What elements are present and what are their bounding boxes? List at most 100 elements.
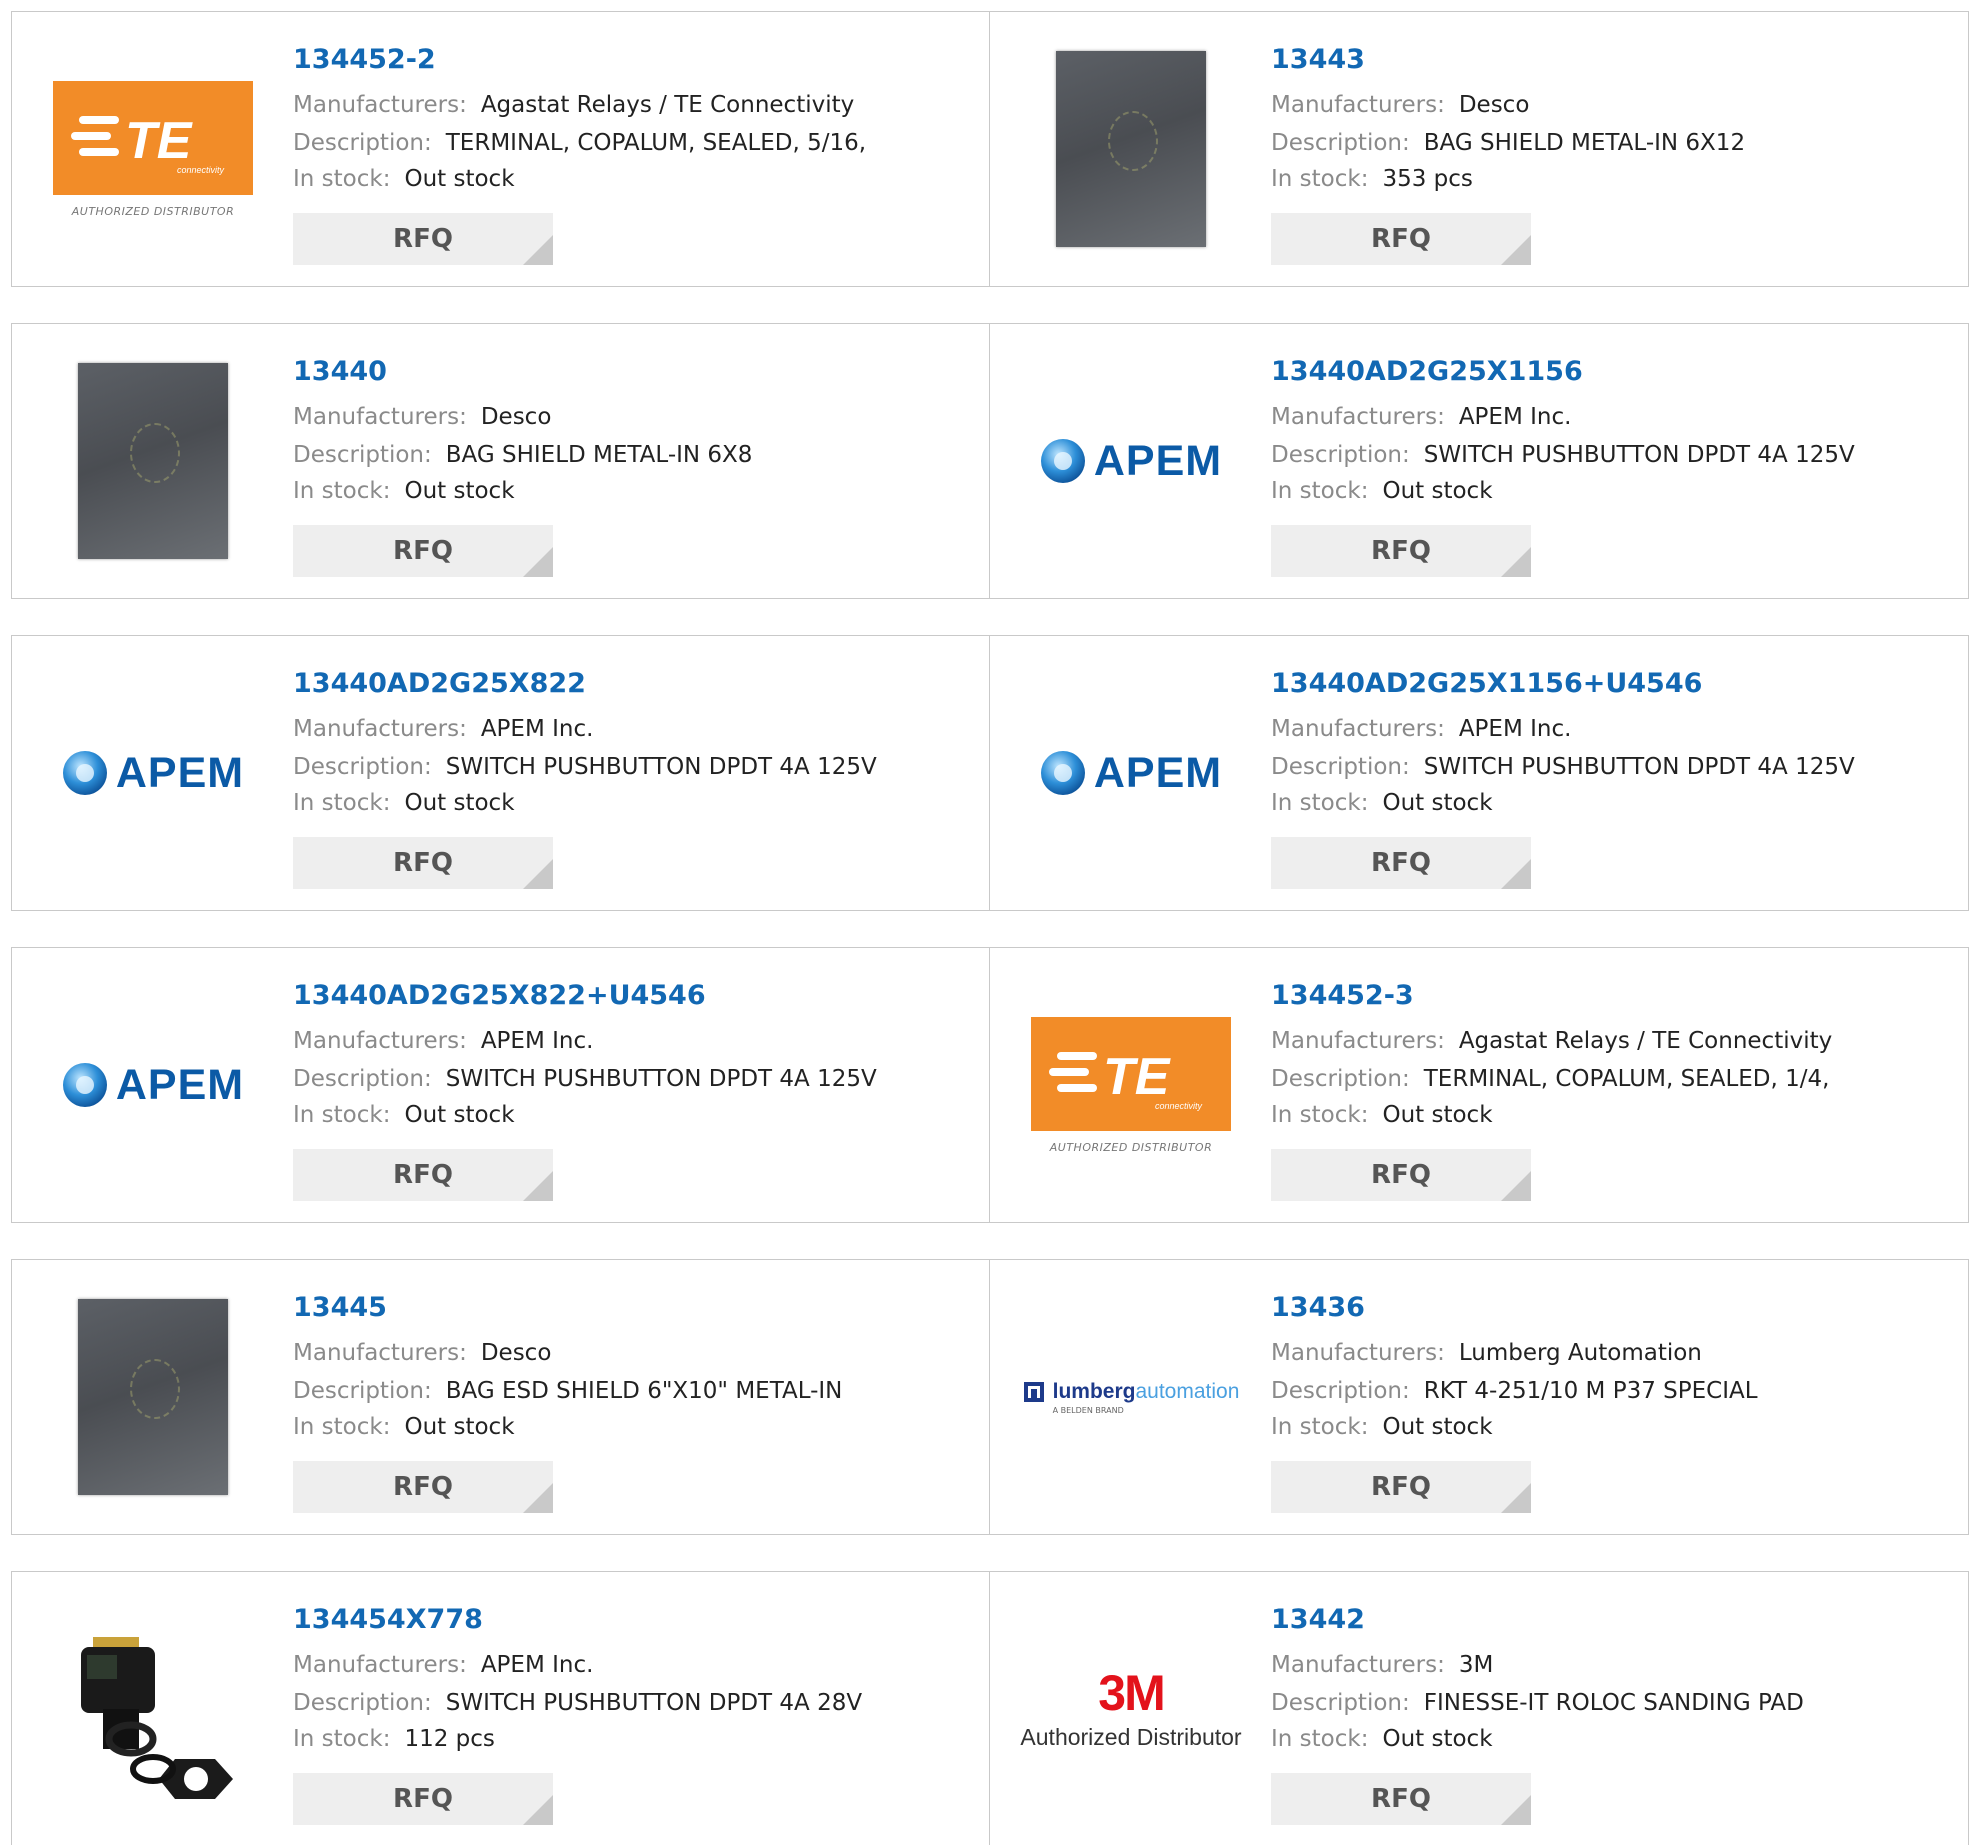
pushbutton-switch-image bbox=[81, 1637, 233, 1799]
rfq-button[interactable]: RFQ bbox=[1271, 525, 1531, 577]
manufacturer-value: Lumberg Automation bbox=[1458, 1340, 1702, 1366]
in-stock-label: In stock: bbox=[1271, 1726, 1369, 1752]
rfq-label: RFQ bbox=[393, 224, 453, 254]
part-number-link[interactable]: 13440AD2G25X1156 bbox=[1271, 356, 1583, 387]
part-number-link[interactable]: 134454X778 bbox=[293, 1604, 483, 1635]
rfq-button[interactable]: RFQ bbox=[1271, 1461, 1531, 1513]
in-stock-label: In stock: bbox=[293, 790, 391, 816]
rfq-corner-decoration bbox=[1501, 235, 1531, 265]
part-number-link[interactable]: 13440AD2G25X822 bbox=[293, 668, 586, 699]
description-label: Description: bbox=[1271, 442, 1410, 468]
manufacturers-label: Manufacturers: bbox=[1271, 92, 1445, 118]
manufacturer-value: APEM Inc. bbox=[1458, 404, 1572, 430]
apem-logo: APEM bbox=[1040, 437, 1222, 486]
part-number-link[interactable]: 13436 bbox=[1271, 1292, 1365, 1323]
product-card: lumbergautomation A BELDEN BRAND 13436 M… bbox=[989, 1259, 1969, 1535]
product-card: 13440 Manufacturers: Desco Description: BA… bbox=[11, 323, 991, 599]
rfq-button[interactable]: RFQ bbox=[293, 525, 553, 577]
rfq-button[interactable]: RFQ bbox=[1271, 213, 1531, 265]
stock-row: In stock: Out stock bbox=[1271, 1726, 1493, 1752]
manufacturers-label: Manufacturers: bbox=[1271, 404, 1445, 430]
description-label: Description: bbox=[293, 754, 432, 780]
apem-globe-icon bbox=[62, 1063, 107, 1107]
description-value: SWITCH PUSHBUTTON DPDT 4A 125V bbox=[1423, 442, 1855, 468]
rfq-button[interactable]: RFQ bbox=[293, 1149, 553, 1201]
rfq-label: RFQ bbox=[393, 536, 453, 566]
rfq-button[interactable]: RFQ bbox=[293, 1773, 553, 1825]
part-number-link[interactable]: 13445 bbox=[293, 1292, 387, 1323]
rfq-corner-decoration bbox=[523, 1483, 553, 1513]
description-row: Description: RKT 4-251/10 M P37 SPECIAL bbox=[1271, 1378, 1758, 1404]
manufacturer-logo[interactable]: 3M Authorized Distributor bbox=[1020, 1607, 1241, 1811]
manufacturers-label: Manufacturers: bbox=[293, 92, 467, 118]
manufacturers-label: Manufacturers: bbox=[1271, 1652, 1445, 1678]
manufacturer-logo[interactable]: APEM bbox=[1028, 671, 1234, 875]
shield-bag-image bbox=[1056, 51, 1206, 247]
rfq-corner-decoration bbox=[523, 1171, 553, 1201]
apem-logo-text: APEM bbox=[115, 748, 245, 797]
stock-row: In stock: Out stock bbox=[1271, 1414, 1493, 1440]
description-row: Description: TERMINAL, COPALUM, SEALED, 1… bbox=[1271, 1066, 1829, 1092]
in-stock-label: In stock: bbox=[293, 478, 391, 504]
manufacturer-row: Manufacturers: Desco bbox=[1271, 92, 1529, 118]
apem-globe-icon bbox=[1040, 751, 1085, 795]
description-value: FINESSE-IT ROLOC SANDING PAD bbox=[1423, 1690, 1804, 1716]
part-number-link[interactable]: 13440 bbox=[293, 356, 387, 387]
manufacturer-logo[interactable] bbox=[50, 1607, 256, 1811]
lumberg-at-icon bbox=[1023, 1381, 1044, 1402]
description-label: Description: bbox=[293, 1378, 432, 1404]
product-card: 3M Authorized Distributor 13442 Manufact… bbox=[989, 1571, 1969, 1845]
manufacturers-label: Manufacturers: bbox=[293, 1028, 467, 1054]
stock-row: In stock: Out stock bbox=[1271, 478, 1493, 504]
manufacturer-value: 3M bbox=[1458, 1652, 1494, 1678]
in-stock-label: In stock: bbox=[293, 1102, 391, 1128]
manufacturer-value: Agastat Relays / TE Connectivity bbox=[1458, 1028, 1833, 1054]
te-logo-stripe bbox=[71, 131, 111, 140]
te-logo-stripe bbox=[1049, 1067, 1089, 1076]
rfq-button[interactable]: RFQ bbox=[293, 213, 553, 265]
rfq-button[interactable]: RFQ bbox=[1271, 1773, 1531, 1825]
te-connectivity-logo: TE connectivity AUTHORIZED DISTRIBUTOR bbox=[53, 80, 253, 218]
stock-value: Out stock bbox=[404, 478, 515, 504]
rfq-button[interactable]: RFQ bbox=[293, 1461, 553, 1513]
manufacturer-logo[interactable]: TE connectivity AUTHORIZED DISTRIBUTOR bbox=[1028, 983, 1234, 1187]
manufacturer-row: Manufacturers: Agastat Relays / TE Connec… bbox=[293, 92, 854, 118]
stock-value: Out stock bbox=[404, 1102, 515, 1128]
product-card: APEM 13440AD2G25X822 Manufacturers: APEM … bbox=[11, 635, 991, 911]
description-label: Description: bbox=[1271, 1066, 1410, 1092]
description-row: Description: SWITCH PUSHBUTTON DPDT 4A 12… bbox=[293, 754, 877, 780]
te-logo-stripe bbox=[1057, 1051, 1097, 1060]
apem-logo-text: APEM bbox=[1093, 748, 1223, 797]
rfq-button[interactable]: RFQ bbox=[1271, 1149, 1531, 1201]
product-card: 13443 Manufacturers: Desco Description: BA… bbox=[989, 11, 1969, 287]
stock-row: In stock: 353 pcs bbox=[1271, 166, 1473, 192]
apem-logo: APEM bbox=[62, 1061, 244, 1110]
part-number-link[interactable]: 13442 bbox=[1271, 1604, 1365, 1635]
te-logo-text: TE bbox=[1103, 1048, 1171, 1106]
manufacturer-logo[interactable]: lumbergautomation A BELDEN BRAND bbox=[1023, 1295, 1239, 1499]
automation-logo-text: automation bbox=[1135, 1379, 1240, 1403]
manufacturer-logo[interactable]: APEM bbox=[1028, 359, 1234, 563]
apem-logo-text: APEM bbox=[115, 1060, 245, 1109]
part-number-link[interactable]: 13440AD2G25X1156+U4546 bbox=[1271, 668, 1702, 699]
rfq-button[interactable]: RFQ bbox=[293, 837, 553, 889]
manufacturer-logo[interactable] bbox=[1028, 47, 1234, 251]
manufacturer-logo[interactable]: APEM bbox=[50, 983, 256, 1187]
product-card: TE connectivity AUTHORIZED DISTRIBUTOR 1… bbox=[11, 11, 991, 287]
rfq-label: RFQ bbox=[393, 1784, 453, 1814]
manufacturer-logo[interactable] bbox=[50, 359, 256, 563]
part-number-link[interactable]: 13440AD2G25X822+U4546 bbox=[293, 980, 706, 1011]
product-card: TE connectivity AUTHORIZED DISTRIBUTOR 1… bbox=[989, 947, 1969, 1223]
stock-row: In stock: Out stock bbox=[1271, 790, 1493, 816]
stock-value: Out stock bbox=[1382, 478, 1493, 504]
manufacturer-logo[interactable]: TE connectivity AUTHORIZED DISTRIBUTOR bbox=[50, 47, 256, 251]
product-card: APEM 13440AD2G25X1156+U4546 Manufacturer… bbox=[989, 635, 1969, 911]
manufacturer-logo[interactable] bbox=[50, 1295, 256, 1499]
rfq-corner-decoration bbox=[523, 547, 553, 577]
description-label: Description: bbox=[1271, 130, 1410, 156]
rfq-button[interactable]: RFQ bbox=[1271, 837, 1531, 889]
part-number-link[interactable]: 134452-2 bbox=[293, 44, 436, 75]
manufacturer-logo[interactable]: APEM bbox=[50, 671, 256, 875]
part-number-link[interactable]: 134452-3 bbox=[1271, 980, 1414, 1011]
part-number-link[interactable]: 13443 bbox=[1271, 44, 1365, 75]
